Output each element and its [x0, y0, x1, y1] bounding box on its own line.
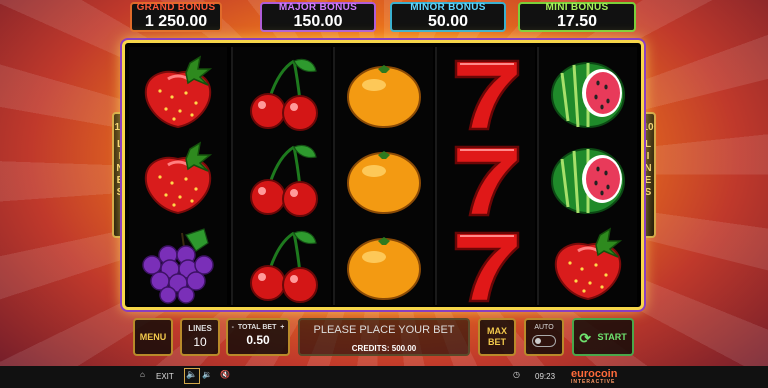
seven-icon [454, 59, 520, 131]
sound-icon[interactable]: 🔈 [184, 368, 200, 384]
start-label: START [597, 332, 627, 342]
seven-icon [454, 145, 520, 217]
mute-icon[interactable]: 🔇 [220, 370, 230, 379]
mini-bonus-label: MINI BONUS [545, 2, 609, 13]
reel-4 [435, 47, 535, 305]
lines-title: LINES [188, 324, 212, 333]
grapes-icon [142, 228, 214, 304]
major-bonus-panel: MAJOR BONUS 150.00 [260, 2, 376, 32]
bet-increase-button[interactable]: + [280, 324, 284, 331]
reel-2 [231, 47, 331, 305]
total-bet-control: - TOTAL BET + 0.50 [226, 318, 290, 356]
bet-message: PLEASE PLACE YOUR BET [313, 324, 455, 336]
exit-button[interactable]: EXIT [156, 372, 174, 381]
menu-button[interactable]: MENU [133, 318, 173, 356]
auto-label: AUTO [534, 324, 554, 331]
reel-3 [333, 47, 433, 305]
mini-bonus-value: 17.50 [556, 13, 598, 30]
home-icon[interactable]: ⌂ [140, 370, 145, 379]
lines-value: 10 [193, 335, 207, 349]
cherry-icon [250, 144, 318, 217]
mini-bonus-panel: MINI BONUS 17.50 [518, 2, 636, 32]
minor-bonus-label: MINOR BONUS [410, 2, 486, 13]
reels-frame [122, 40, 644, 310]
watermelon-icon [551, 62, 625, 128]
strawberry-icon [554, 227, 623, 301]
cherry-icon [250, 58, 318, 131]
reel-1 [129, 47, 227, 305]
refresh-icon: ⟳ [579, 329, 591, 346]
seven-icon [454, 231, 520, 303]
grand-bonus-panel: GRAND BONUS 1 250.00 [130, 2, 222, 32]
start-button[interactable]: ⟳ START [572, 318, 634, 356]
bet-decrease-button[interactable]: - [232, 324, 234, 331]
total-bet-value: 0.50 [246, 333, 270, 347]
volume-icon[interactable]: 🔉 [202, 370, 212, 379]
orange-icon [347, 151, 421, 214]
toggle-switch-icon [532, 335, 556, 347]
brand-subtitle: INTERACTIVE [571, 379, 616, 385]
total-bet-title: - TOTAL BET + [228, 324, 288, 331]
clock-time: 09:23 [535, 372, 556, 381]
orange-icon [347, 65, 421, 128]
lines-selector[interactable]: LINES 10 [180, 318, 220, 356]
major-bonus-value: 150.00 [293, 13, 343, 30]
cherry-icon [250, 230, 318, 303]
clock-icon: ◷ [513, 370, 520, 379]
orange-icon [347, 237, 421, 300]
autoplay-toggle[interactable]: AUTO [524, 318, 564, 356]
max-bet-button[interactable]: MAX BET [478, 318, 516, 356]
grand-bonus-label: GRAND BONUS [136, 2, 216, 13]
brand-logo: eurocoin INTERACTIVE [571, 368, 617, 385]
message-panel: PLEASE PLACE YOUR BET CREDITS: 500.00 [298, 318, 470, 356]
strawberry-icon [144, 55, 213, 129]
credits-display: CREDITS: 500.00 [351, 344, 417, 353]
grand-bonus-value: 1 250.00 [144, 13, 208, 30]
reel-5 [537, 47, 637, 305]
major-bonus-label: MAJOR BONUS [278, 2, 358, 13]
minor-bonus-panel: MINOR BONUS 50.00 [390, 2, 506, 32]
strawberry-icon [144, 141, 213, 215]
total-bet-label: TOTAL BET [237, 324, 277, 331]
minor-bonus-value: 50.00 [427, 13, 469, 30]
watermelon-icon [551, 148, 625, 214]
footer-bar: ⌂ EXIT 🔈 🔉 🔇 ◷ 09:23 eurocoin INTERACTIV… [0, 366, 768, 388]
